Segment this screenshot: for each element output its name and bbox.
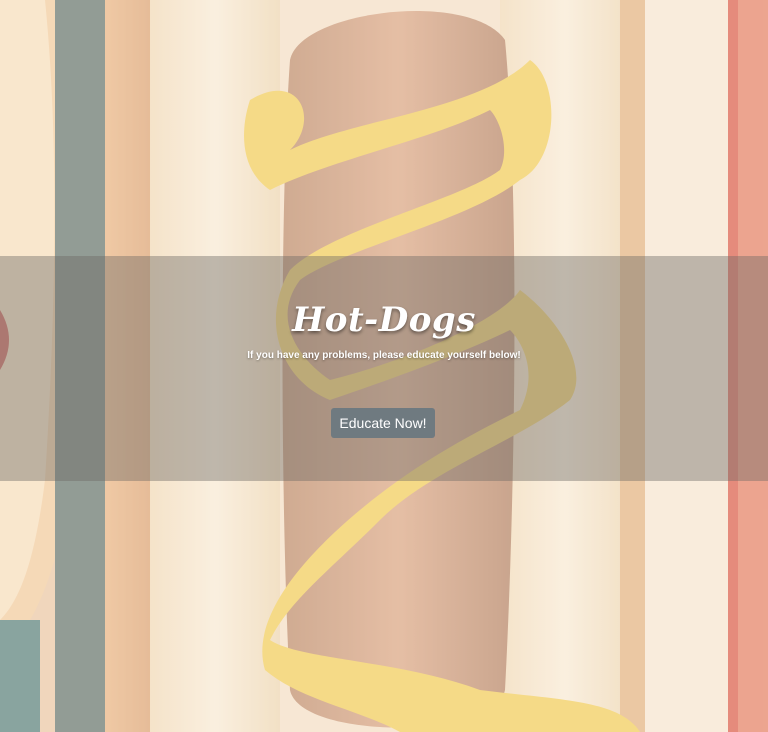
hero-overlay-band [0,256,768,481]
hero-subtitle: If you have any problems, please educate… [247,350,521,361]
hero-title: Hot-Dogs [292,300,476,340]
educate-now-button[interactable]: Educate Now! [331,408,435,438]
